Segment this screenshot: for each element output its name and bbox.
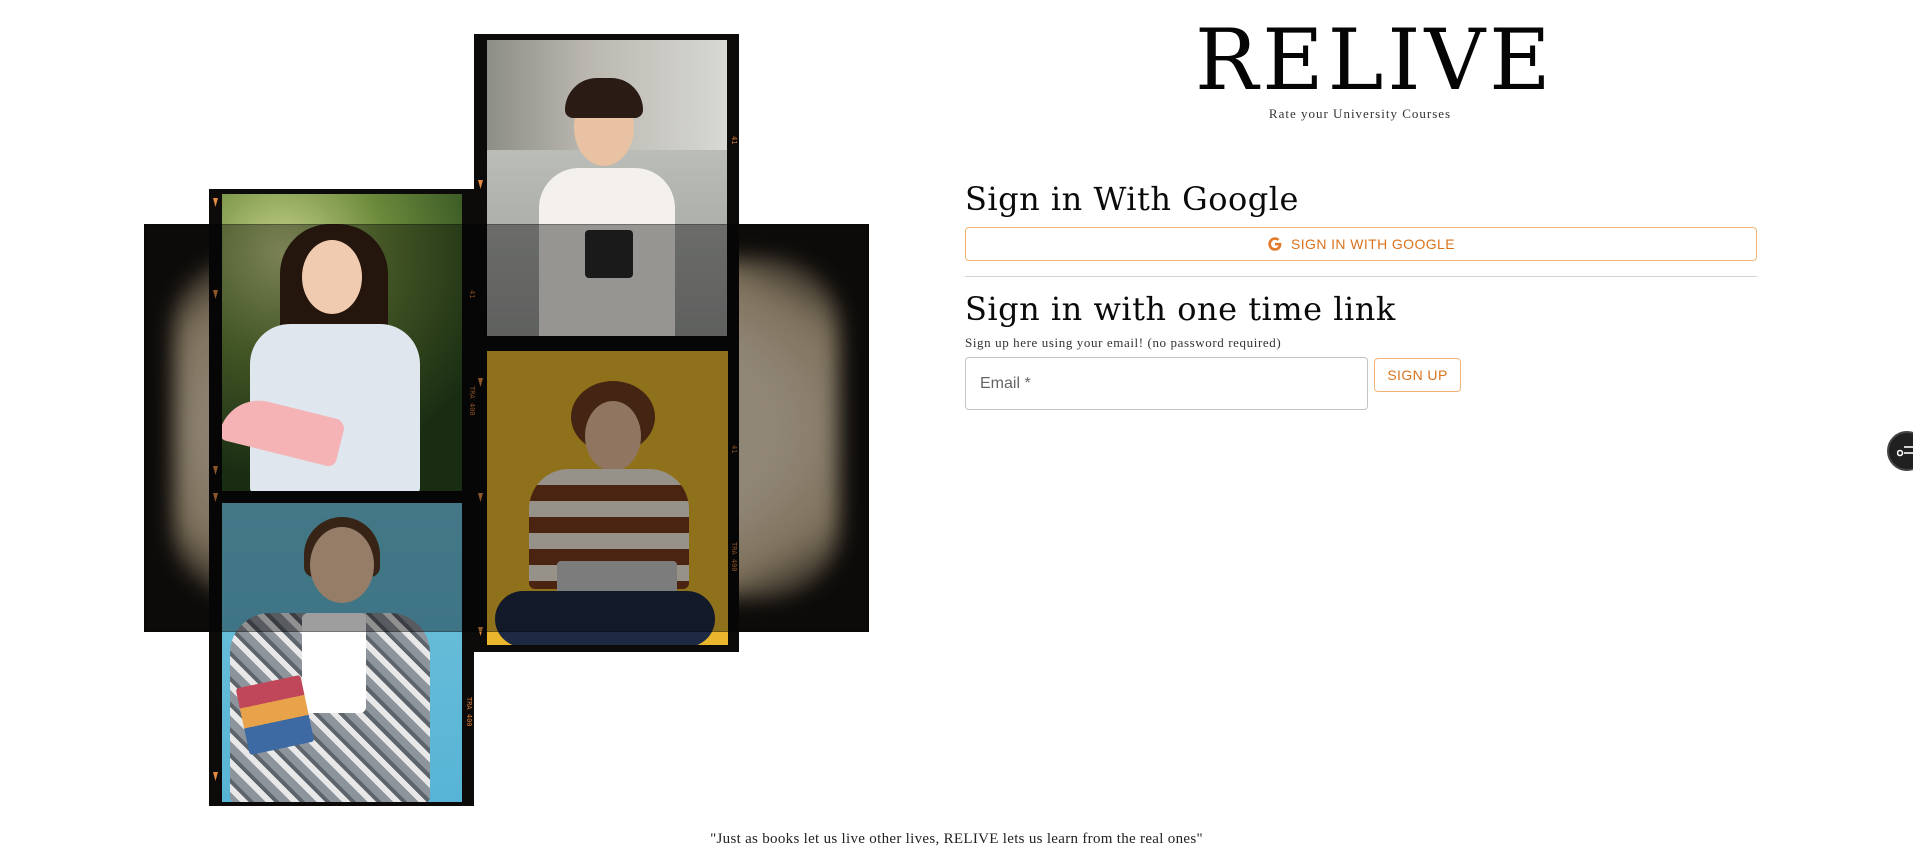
student-jeans [495, 591, 715, 645]
film-edge-code: 41 [730, 136, 738, 145]
google-icon [1268, 237, 1282, 251]
film-edge-code: 41 [730, 445, 738, 454]
student-notebook [585, 230, 633, 278]
film-edge-code: TRA 400 [730, 542, 738, 572]
magic-link-helper-text: Sign up here using your email! (no passw… [965, 335, 1282, 350]
hero-film-collage: 41 TRA 400 41 TRA 400 TRA 400 41 [0, 0, 900, 860]
google-signin-label: SIGN IN WITH GOOGLE [1291, 236, 1455, 252]
student-head [585, 401, 641, 471]
stack-of-books [235, 674, 315, 756]
signup-button[interactable]: SIGN UP [1374, 358, 1461, 392]
photo-student-laptop [487, 351, 728, 645]
floating-panel-toggle[interactable] [1887, 431, 1913, 471]
google-signin-button[interactable]: SIGN IN WITH GOOGLE [965, 227, 1757, 261]
settings-toggle-icon [1897, 446, 1913, 457]
brand-logo: RELIVE [1195, 11, 1555, 109]
email-input[interactable] [978, 373, 1367, 394]
film-edge-code: TRA 400 [465, 697, 473, 727]
brand-header: RELIVE Rate your University Courses [1195, 11, 1555, 122]
film-edge-code: 41 [468, 290, 476, 299]
student-face [302, 240, 362, 314]
footer-quote: "Just as books let us live other lives, … [710, 831, 1203, 847]
student-head [310, 527, 374, 603]
email-field[interactable] [965, 357, 1368, 410]
film-edge-code: TRA 400 [468, 386, 476, 416]
google-signin-heading: Sign in With Google [965, 180, 1299, 218]
photo-student-reading [222, 194, 462, 491]
magic-link-heading: Sign in with one time link [965, 290, 1396, 328]
section-divider [965, 276, 1757, 277]
photo-student-books [222, 503, 462, 802]
photo-student-street [487, 40, 727, 336]
student-tshirt [302, 613, 366, 713]
